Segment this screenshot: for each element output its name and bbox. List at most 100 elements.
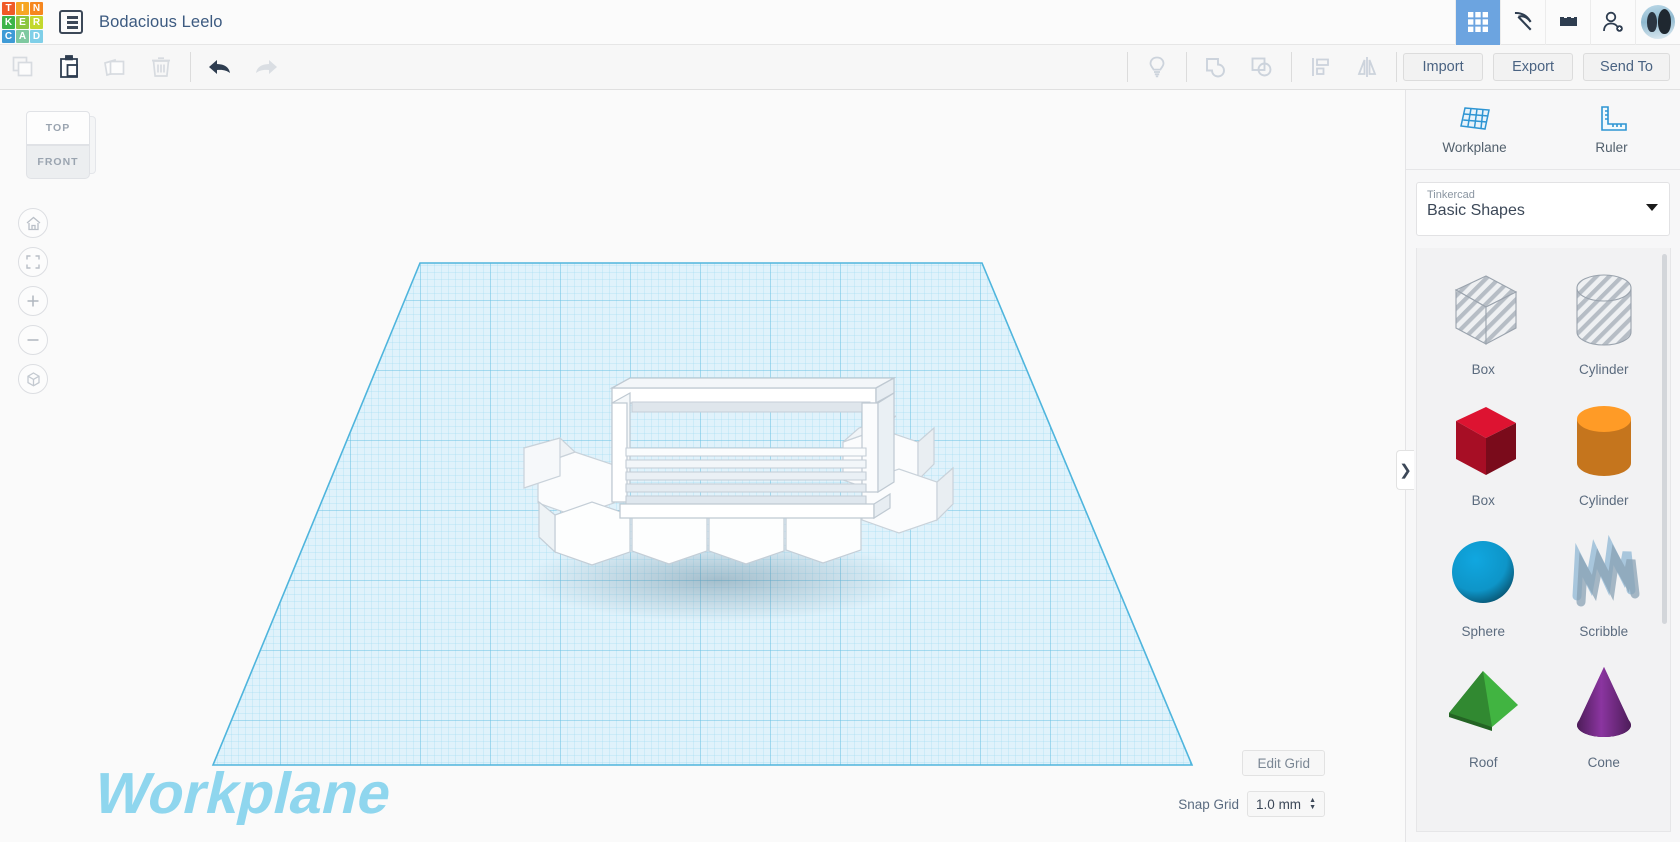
logo-tile-i: I: [16, 1, 29, 15]
logo-tile-k: K: [2, 15, 15, 29]
group-button[interactable]: [1193, 45, 1239, 90]
mirror-icon: [1357, 57, 1377, 77]
undo-arrow-icon: [209, 60, 230, 74]
copy-button[interactable]: [0, 45, 46, 90]
shape-item-hole-box-shape[interactable]: Box: [1423, 262, 1544, 393]
navigation-controls: [18, 208, 48, 403]
shape-list-scrollbar[interactable]: [1662, 254, 1667, 624]
toolbar-divider-4: [1291, 52, 1293, 82]
undo-button[interactable]: [197, 45, 243, 90]
ungroup-button[interactable]: [1239, 45, 1285, 90]
chevron-down-icon: [1646, 204, 1658, 211]
avatar[interactable]: [1635, 0, 1680, 45]
perspective-toggle-button[interactable]: [18, 364, 48, 394]
logo-tile-n: N: [30, 1, 43, 15]
home-view-button[interactable]: [18, 208, 48, 238]
send-to-button[interactable]: Send To: [1583, 53, 1670, 81]
logo-tile-d: D: [30, 29, 43, 43]
tinkercad-editor: TINKERCAD Bodacious Leelo Import Export …: [0, 0, 1680, 842]
shape-item-label: Roof: [1468, 755, 1498, 770]
shape-item-label: Cone: [1587, 755, 1620, 770]
shapes-panel: Workplane Ruler Tinkercad Basic Shapes B…: [1405, 90, 1680, 842]
snap-grid-label: Snap Grid: [1178, 796, 1240, 812]
view-cube[interactable]: TOP FRONT: [26, 108, 96, 180]
shape-library-select[interactable]: Tinkercad Basic Shapes: [1416, 182, 1670, 236]
tinkercad-logo[interactable]: TIN KER CAD: [0, 0, 45, 45]
home-icon: [26, 216, 40, 230]
shape-item-label: Sphere: [1461, 624, 1506, 639]
shape-item-solid-roof-shape[interactable]: Roof: [1423, 655, 1544, 786]
shape-item-solid-box-shape[interactable]: Box: [1423, 393, 1544, 524]
top-bar: TIN KER CAD Bodacious Leelo: [0, 0, 1680, 45]
workplane-tool-label: Workplane: [1442, 140, 1507, 155]
viewport-canvas[interactable]: Workplane TOP FRONT Edit Grid Snap Grid …: [0, 90, 1405, 842]
workplane-tool[interactable]: Workplane: [1406, 90, 1543, 169]
ruler-tool[interactable]: Ruler: [1543, 90, 1680, 169]
fit-frame-icon: [26, 255, 40, 269]
edit-grid-button[interactable]: Edit Grid: [1242, 750, 1325, 776]
mirror-button[interactable]: [1344, 45, 1390, 90]
view-cube-top[interactable]: TOP: [26, 111, 90, 145]
panel-collapse-button[interactable]: ❯: [1396, 450, 1414, 490]
panel-tools: Workplane Ruler: [1406, 90, 1680, 170]
delete-button[interactable]: [138, 45, 184, 90]
page-title: Bodacious Leelo: [99, 12, 223, 31]
grid-icon: [1468, 12, 1488, 32]
history-group: [197, 45, 289, 90]
align-button[interactable]: [1298, 45, 1344, 90]
shape-item-label: Box: [1471, 493, 1495, 508]
redo-button[interactable]: [243, 45, 289, 90]
logo-tile-e: E: [16, 15, 29, 29]
invite-button[interactable]: [1590, 0, 1635, 45]
toolbar-divider: [190, 52, 191, 82]
paste-button[interactable]: [46, 45, 92, 90]
solid-sphere-shape: [1436, 524, 1530, 620]
import-button[interactable]: Import: [1403, 53, 1484, 81]
logo-tile-c: C: [2, 29, 15, 43]
logo-tile-t: T: [2, 1, 15, 15]
shape-list[interactable]: Box Cylinder Box Cylinder Sphere Scribbl…: [1416, 248, 1671, 832]
shape-item-solid-sphere-shape[interactable]: Sphere: [1423, 524, 1544, 655]
blocks-button[interactable]: [1545, 0, 1590, 45]
shape-item-solid-cylinder-shape[interactable]: Cylinder: [1544, 393, 1665, 524]
trash-icon: [152, 57, 170, 77]
snap-grid-select[interactable]: 1.0 mm ▲ ▼: [1247, 791, 1325, 817]
toolbar-divider-2: [1127, 52, 1129, 82]
group-shapes-icon: [1206, 58, 1225, 78]
model-3d-object[interactable]: [522, 376, 954, 566]
zoom-out-button[interactable]: [18, 325, 48, 355]
logo-tile-a: A: [16, 29, 29, 43]
hole-cylinder-shape: [1557, 262, 1651, 358]
topbar-right-actions: [1455, 0, 1680, 45]
lightbulb-icon: [1149, 56, 1165, 78]
list-document-icon[interactable]: [59, 10, 83, 34]
workplane-watermark: Workplane: [88, 762, 398, 826]
toolbar-divider-5: [1396, 52, 1398, 82]
toolbar-divider-3: [1186, 52, 1188, 82]
shape-item-label: Box: [1471, 362, 1495, 377]
snap-grid-control: Snap Grid 1.0 mm ▲ ▼: [1178, 791, 1325, 817]
fit-view-button[interactable]: [18, 247, 48, 277]
copy-icon: [12, 56, 33, 77]
codeblocks-button[interactable]: [1500, 0, 1545, 45]
clipboard-group: [0, 45, 184, 90]
lego-brick-icon: [1560, 17, 1577, 26]
shape-item-hole-cylinder-shape[interactable]: Cylinder: [1544, 262, 1665, 393]
ruler-icon: [1600, 106, 1627, 131]
zoom-in-button[interactable]: [18, 286, 48, 316]
export-button[interactable]: Export: [1493, 53, 1574, 81]
library-name: Basic Shapes: [1427, 202, 1525, 219]
duplicate-button[interactable]: [92, 45, 138, 90]
light-button[interactable]: [1134, 45, 1180, 90]
grid-view-button[interactable]: [1455, 0, 1500, 45]
shape-item-scribble-shape[interactable]: Scribble: [1544, 524, 1665, 655]
scribble-shape: [1557, 524, 1651, 620]
minus-icon: [27, 339, 39, 341]
shape-item-solid-cone-shape[interactable]: Cone: [1544, 655, 1665, 786]
align-icon: [1312, 58, 1329, 76]
snap-grid-value: 1.0 mm: [1256, 796, 1302, 812]
stepper-arrows-icon: ▲ ▼: [1309, 797, 1316, 811]
workplane-icon: [1459, 107, 1490, 130]
pickaxe-icon: [1514, 11, 1532, 31]
view-cube-front[interactable]: FRONT: [26, 145, 90, 179]
